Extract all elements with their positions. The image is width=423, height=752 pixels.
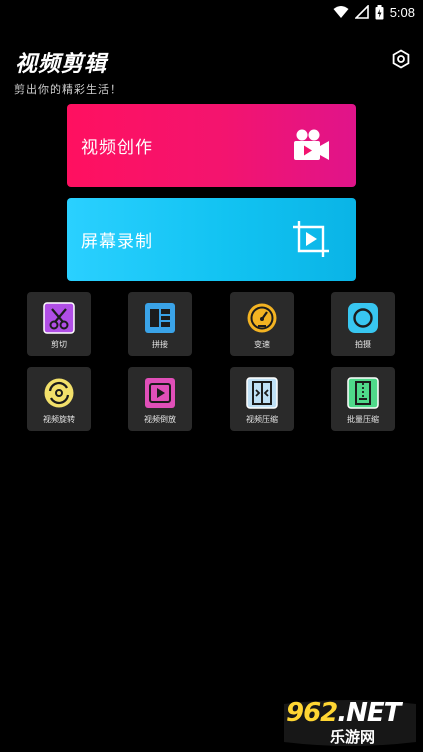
watermark-text: 962.NET — [286, 698, 401, 728]
watermark-subtext: 乐游网 — [330, 728, 376, 746]
splice-icon — [145, 303, 175, 333]
video-create-card[interactable]: 视频创作 — [67, 104, 356, 187]
screen-record-icon — [293, 221, 329, 257]
tool-label: 批量压缩 — [347, 415, 379, 424]
screen-record-label: 屏幕录制 — [81, 232, 153, 252]
batch-compress-icon — [347, 377, 379, 409]
tool-label: 视频倒放 — [144, 415, 176, 424]
movie-camera-icon — [294, 129, 329, 160]
status-bar: 5:08 — [0, 0, 423, 24]
tool-label: 变速 — [254, 340, 270, 349]
tool-cut[interactable]: 剪切 — [27, 292, 91, 356]
watermark-logo: 962.NET 乐游网 — [280, 698, 420, 748]
tool-speed[interactable]: 变速 — [230, 292, 294, 356]
camera-shoot-icon — [348, 303, 378, 333]
tool-label: 拍摄 — [355, 340, 371, 349]
tool-label: 视频旋转 — [43, 415, 75, 424]
compress-icon — [246, 377, 278, 409]
status-time: 5:08 — [389, 4, 415, 20]
reverse-play-icon — [145, 378, 175, 408]
rotate-icon — [44, 378, 74, 408]
speedometer-icon — [247, 303, 277, 333]
tool-splice[interactable]: 拼接 — [128, 292, 192, 356]
scissors-icon — [43, 302, 75, 334]
wifi-icon — [333, 6, 349, 18]
tool-label: 剪切 — [51, 340, 67, 349]
tool-shoot[interactable]: 拍摄 — [331, 292, 395, 356]
status-icons: 5:08 — [333, 3, 415, 21]
cellular-signal-icon — [354, 5, 369, 19]
tool-label: 视频压缩 — [246, 415, 278, 424]
tool-reverse[interactable]: 视频倒放 — [128, 367, 192, 431]
tool-compress[interactable]: 视频压缩 — [230, 367, 294, 431]
tool-label: 拼接 — [152, 340, 168, 349]
tool-batch-compress[interactable]: 批量压缩 — [331, 367, 395, 431]
screen-record-card[interactable]: 屏幕录制 — [67, 198, 356, 281]
gear-icon — [392, 49, 410, 69]
tool-rotate[interactable]: 视频旋转 — [27, 367, 91, 431]
page-title: 视频剪辑 — [15, 52, 108, 77]
video-create-label: 视频创作 — [81, 138, 153, 158]
battery-charging-icon — [375, 4, 384, 19]
page-subtitle: 剪出你的精彩生活！ — [14, 83, 122, 96]
settings-button[interactable] — [389, 47, 413, 71]
